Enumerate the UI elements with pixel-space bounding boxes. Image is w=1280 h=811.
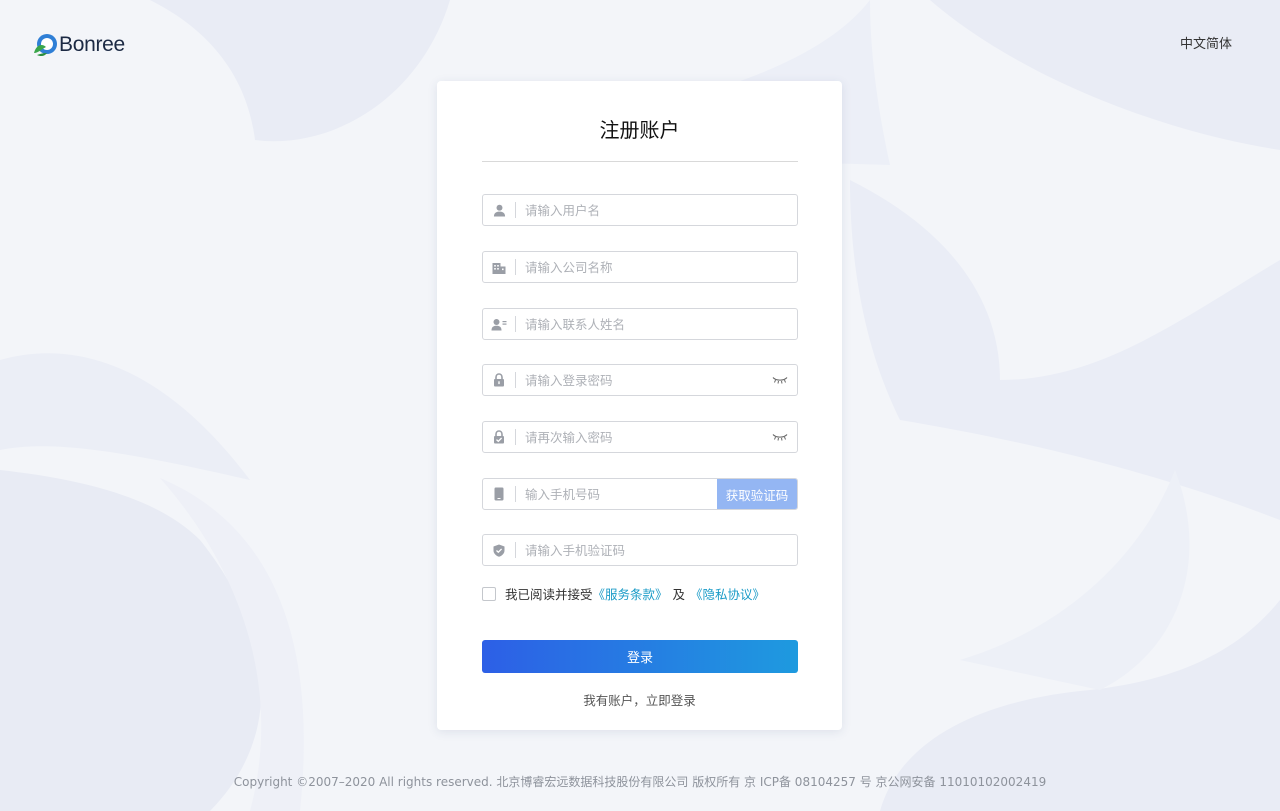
username-field bbox=[482, 194, 798, 226]
get-code-button[interactable]: 获取验证码 bbox=[717, 479, 797, 509]
login-link[interactable]: 我有账户，立即登录 bbox=[437, 690, 842, 709]
eye-closed-icon[interactable] bbox=[763, 422, 797, 452]
company-field bbox=[482, 251, 798, 283]
password-field bbox=[482, 364, 798, 396]
page-title: 注册账户 bbox=[599, 118, 680, 142]
eye-closed-icon[interactable] bbox=[763, 365, 797, 395]
and-text: 及 bbox=[672, 587, 686, 602]
username-input[interactable] bbox=[516, 195, 797, 225]
register-card: 注册账户 请输入用户名 请输入公司名称 请输入联系人姓名 输入手机号码 获取验证… bbox=[437, 81, 842, 730]
building-icon bbox=[483, 252, 515, 282]
contact-card-icon bbox=[483, 309, 515, 339]
agree-text: 我已阅读并接受 bbox=[505, 587, 593, 602]
agreement-row: 我已阅读并接受 《服务条款》 及 《隐私协议》 bbox=[482, 584, 765, 603]
agree-checkbox[interactable] bbox=[482, 586, 496, 601]
confirm-password-input[interactable] bbox=[516, 422, 763, 452]
contact-name-field bbox=[482, 308, 798, 340]
brand-name: Bonree bbox=[59, 33, 125, 56]
brand-logo[interactable]: Bonree bbox=[32, 30, 125, 60]
terms-link[interactable]: 《服务条款》 bbox=[593, 584, 668, 603]
sms-code-input[interactable] bbox=[516, 535, 797, 565]
confirm-password-field bbox=[482, 421, 798, 453]
user-icon bbox=[483, 195, 515, 225]
sms-code-field bbox=[482, 534, 798, 566]
contact-name-input[interactable] bbox=[516, 309, 797, 339]
lock-icon bbox=[483, 365, 515, 395]
company-input[interactable] bbox=[516, 252, 797, 282]
lock-check-icon bbox=[483, 422, 515, 452]
submit-button[interactable]: 登录 bbox=[482, 640, 798, 673]
shield-check-icon bbox=[483, 535, 515, 565]
privacy-link[interactable]: 《隐私协议》 bbox=[690, 584, 765, 603]
phone-icon bbox=[483, 479, 515, 509]
phone-field: 获取验证码 bbox=[482, 478, 798, 510]
bonree-logo-icon bbox=[34, 34, 57, 57]
language-switch[interactable]: 中文简体 bbox=[1180, 33, 1232, 52]
password-input[interactable] bbox=[516, 365, 763, 395]
title-divider bbox=[482, 161, 798, 162]
phone-input[interactable] bbox=[516, 479, 717, 509]
footer-copyright: Copyright ©2007–2020 All rights reserved… bbox=[233, 775, 1047, 789]
